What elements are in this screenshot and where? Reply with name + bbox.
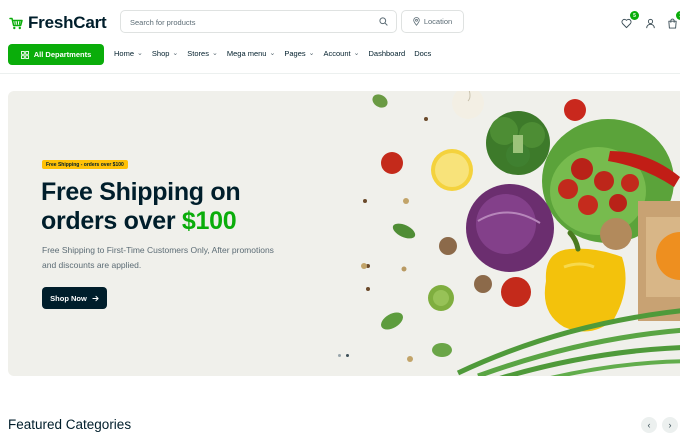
promo-badge: Free Shipping - orders over $100 (42, 160, 128, 169)
header-divider (0, 73, 680, 74)
shop-now-button[interactable]: Shop Now (42, 287, 107, 309)
search-icon[interactable] (379, 17, 388, 26)
nav-item-stores[interactable]: Stores ⌄ (187, 49, 218, 58)
hero-title-line2-text: orders over (41, 207, 176, 235)
chevron-down-icon: ⌄ (308, 50, 315, 57)
arrow-right-icon (92, 295, 99, 301)
vegetables-image (361, 91, 680, 376)
chevron-right-icon: › (668, 420, 672, 430)
hero-subtitle: Free Shipping to First-Time Customers On… (42, 245, 274, 270)
heart-icon (621, 18, 632, 29)
nav-item-account[interactable]: Account ⌄ (324, 49, 360, 58)
shop-now-label: Shop Now (50, 293, 87, 303)
hero-banner: Free Shipping - orders over $100 Free Sh… (8, 91, 680, 376)
cart-button[interactable]: 1 (667, 11, 680, 29)
nav-label: Docs (414, 49, 432, 58)
nav-item-docs[interactable]: Docs (414, 49, 431, 58)
nav-label: Pages (284, 49, 306, 58)
featured-categories-heading: Featured Categories (8, 417, 132, 432)
shopping-bag-icon (668, 18, 677, 29)
slider-dot-2[interactable] (346, 354, 349, 357)
chevron-down-icon: ⌄ (172, 50, 179, 57)
all-departments-button[interactable]: All Departments (8, 44, 104, 65)
chevron-left-icon: ‹ (647, 420, 651, 430)
chevron-down-icon: ⌄ (137, 50, 143, 57)
slider-dot-1[interactable] (338, 354, 341, 357)
wishlist-count-badge: 5 (630, 11, 639, 20)
user-icon (646, 18, 655, 29)
search-bar (120, 10, 397, 33)
chevron-down-icon: ⌄ (353, 50, 360, 57)
chevron-down-icon: ⌄ (269, 50, 276, 57)
cart-count-badge: 1 (676, 11, 680, 20)
carousel-next-button[interactable]: › (662, 417, 678, 433)
location-label: Location (423, 17, 453, 26)
nav-item-home[interactable]: Home ⌄ (114, 49, 143, 58)
nav-label: Account (323, 49, 351, 58)
all-departments-label: All Departments (33, 50, 92, 59)
nav-item-dashboard[interactable]: Dashboard (368, 49, 405, 58)
nav-item-mega-menu[interactable]: Mega menu ⌄ (227, 49, 275, 58)
hero-title-highlight: $100 (181, 207, 237, 235)
hero-title-line2: orders over $100 (41, 207, 240, 236)
hero-title-line1: Free Shipping on (41, 178, 241, 206)
account-button[interactable] (645, 16, 657, 29)
nav-label: Shop (151, 49, 170, 58)
location-button[interactable]: Location (401, 10, 464, 33)
shopping-cart-logo-icon (9, 17, 23, 29)
nav-label: Stores (187, 49, 209, 58)
brand-logo[interactable]: FreshCart (9, 13, 107, 33)
wishlist-button[interactable]: 5 (621, 11, 639, 29)
map-pin-icon (413, 17, 420, 26)
grid-icon (20, 50, 29, 59)
main-nav: Home ⌄ Shop ⌄ Stores ⌄ Mega menu ⌄ Pages ⌄ Ac… (114, 49, 440, 58)
chevron-down-icon: ⌄ (211, 50, 218, 57)
brand-name: FreshCart (28, 13, 107, 32)
carousel-prev-button[interactable]: ‹ (641, 417, 657, 433)
nav-item-pages[interactable]: Pages ⌄ (284, 49, 314, 58)
slider-dots (338, 354, 349, 357)
nav-label: Dashboard (368, 49, 406, 58)
hero-title: Free Shipping on orders over $100 (41, 178, 241, 236)
search-input[interactable] (130, 14, 365, 30)
nav-item-shop[interactable]: Shop ⌄ (152, 49, 178, 58)
nav-label: Home (114, 49, 135, 58)
nav-label: Mega menu (226, 49, 267, 58)
